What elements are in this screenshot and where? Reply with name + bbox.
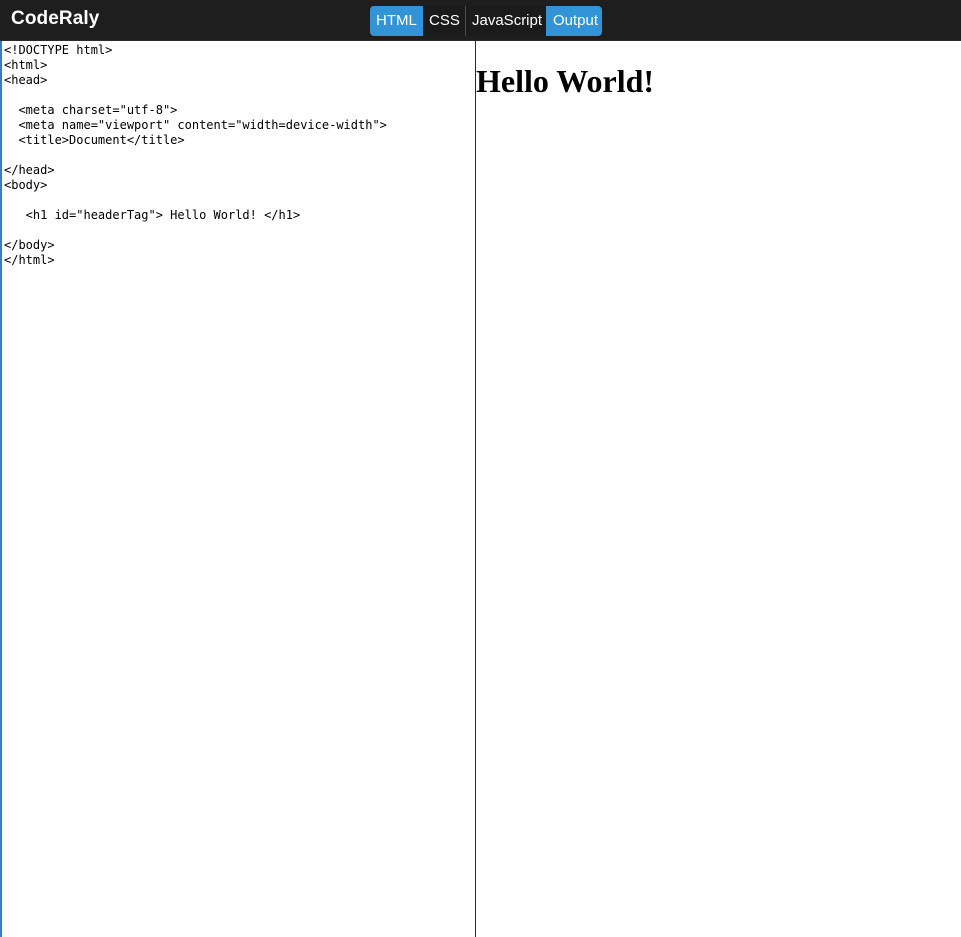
tab-javascript[interactable]: JavaScript — [465, 6, 546, 36]
tab-bar: HTML CSS JavaScript Output — [370, 6, 602, 36]
html-editor-pane: <!DOCTYPE html> <html> <head> <meta char… — [0, 41, 476, 937]
output-heading: Hello World! — [476, 63, 655, 99]
output-pane: Hello World! — [476, 41, 961, 937]
tab-css[interactable]: CSS — [422, 6, 465, 36]
tab-output[interactable]: Output — [546, 6, 602, 36]
top-bar: CodeRaly HTML CSS JavaScript Output — [0, 0, 961, 41]
app-logo: CodeRaly — [11, 8, 100, 29]
html-code-editor[interactable]: <!DOCTYPE html> <html> <head> <meta char… — [4, 43, 474, 933]
tab-html[interactable]: HTML — [370, 6, 422, 36]
